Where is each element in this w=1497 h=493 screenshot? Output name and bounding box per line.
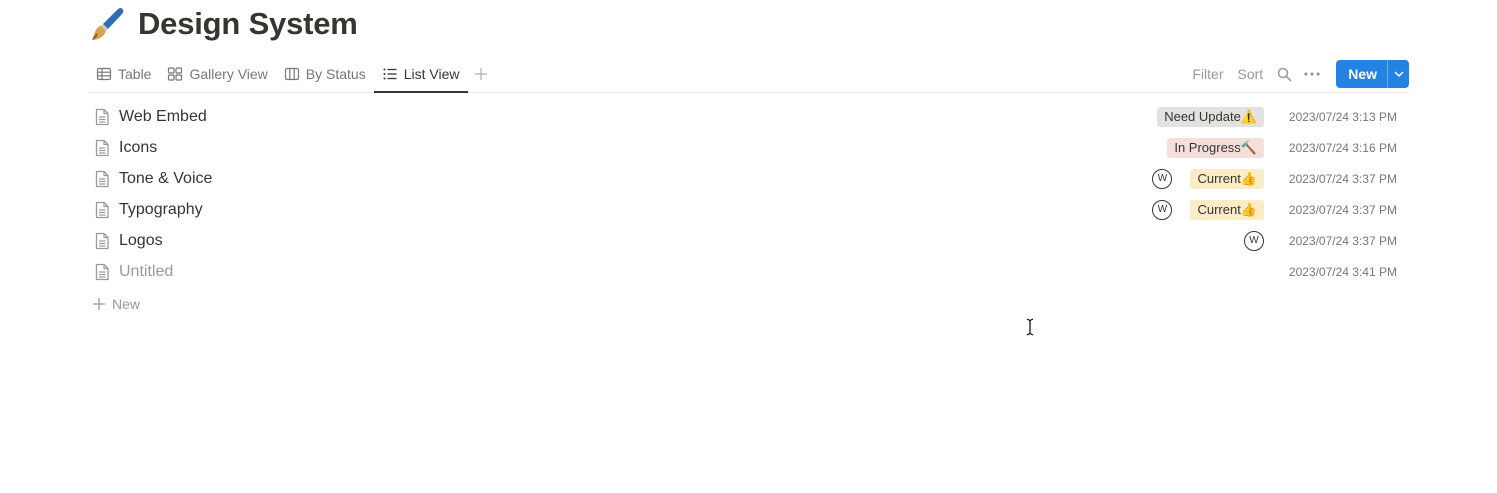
tab-by-status[interactable]: By Status — [276, 56, 374, 92]
list-item-title: Typography — [119, 200, 203, 218]
list-item-title: Web Embed — [119, 107, 207, 125]
board-icon — [284, 67, 299, 81]
status-badge[interactable]: Current👍 — [1190, 199, 1264, 220]
list-item-properties: Need Update⚠️ 2023/07/24 3:13 PM — [1157, 101, 1397, 132]
chevron-down-icon — [1393, 71, 1404, 77]
view-tabs: Table Gallery View By Status List View — [88, 56, 494, 93]
more-icon — [1304, 72, 1320, 76]
status-badge[interactable]: In Progress🔨 — [1167, 137, 1264, 158]
list-item-title: Untitled — [119, 262, 174, 280]
sort-button[interactable]: Sort — [1231, 66, 1271, 82]
plus-icon — [93, 298, 105, 310]
page-icon — [95, 170, 109, 187]
avatar[interactable]: W — [1152, 168, 1173, 189]
page-icon — [95, 201, 109, 218]
created-time: 2023/07/24 3:16 PM — [1288, 140, 1397, 155]
list-item[interactable]: Typography W Current👍 2023/07/24 3:37 PM — [88, 194, 1409, 225]
list-item-title: Icons — [119, 138, 158, 156]
list-icon — [383, 68, 397, 80]
list-item-properties: W Current👍 2023/07/24 3:37 PM — [1152, 163, 1397, 194]
list-item[interactable]: Untitled 2023/07/24 3:41 PM — [88, 256, 1409, 287]
list-item[interactable]: Logos W 2023/07/24 3:37 PM — [88, 225, 1409, 256]
tab-label: List View — [403, 66, 460, 82]
created-time: 2023/07/24 3:41 PM — [1288, 264, 1397, 279]
page-icon — [95, 263, 109, 280]
tab-gallery-view[interactable]: Gallery View — [159, 56, 275, 92]
page-icon — [95, 139, 109, 156]
plus-icon — [474, 68, 487, 80]
list-item-title: Logos — [119, 231, 163, 249]
add-view-button[interactable] — [468, 56, 494, 92]
new-button-group: New — [1336, 60, 1409, 88]
avatar[interactable]: W — [1152, 199, 1173, 220]
view-actions: Filter Sort New — [1185, 60, 1409, 88]
list-view: Web Embed Need Update⚠️ 2023/07/24 3:13 PM… — [88, 101, 1409, 287]
text-cursor-icon — [1026, 318, 1034, 336]
list-item[interactable]: Icons In Progress🔨 2023/07/24 3:16 PM — [88, 132, 1409, 163]
created-time: 2023/07/24 3:37 PM — [1288, 202, 1397, 217]
list-item-title: Tone & Voice — [119, 169, 213, 187]
page-title: Design System — [138, 6, 358, 41]
avatar[interactable]: W — [1244, 230, 1264, 251]
tab-label: Gallery View — [189, 66, 268, 82]
list-item-properties: In Progress🔨 2023/07/24 3:16 PM — [1167, 132, 1397, 163]
page-icon — [95, 232, 109, 249]
more-button[interactable] — [1298, 60, 1326, 88]
status-badge[interactable]: Current👍 — [1190, 168, 1264, 189]
list-item[interactable]: Web Embed Need Update⚠️ 2023/07/24 3:13 PM — [88, 101, 1409, 132]
new-button[interactable]: New — [1336, 60, 1387, 88]
search-button[interactable] — [1270, 60, 1298, 88]
search-icon — [1277, 67, 1292, 81]
tab-table[interactable]: Table — [88, 56, 159, 92]
view-bar: Table Gallery View By Status List View F… — [88, 56, 1409, 93]
new-dropdown-button[interactable] — [1387, 60, 1409, 88]
gallery-icon — [168, 67, 183, 81]
status-badge[interactable]: Need Update⚠️ — [1157, 106, 1264, 127]
list-item-properties: 2023/07/24 3:41 PM — [1282, 256, 1397, 287]
list-item-properties: W 2023/07/24 3:37 PM — [1244, 225, 1397, 256]
table-icon — [96, 67, 112, 81]
page-header: Design System — [88, 2, 358, 46]
created-time: 2023/07/24 3:13 PM — [1288, 109, 1397, 124]
add-new-row-button[interactable]: New — [92, 293, 140, 315]
paintbrush-icon[interactable] — [88, 4, 128, 44]
tab-label: By Status — [305, 66, 366, 82]
new-row-label: New — [112, 296, 141, 312]
created-time: 2023/07/24 3:37 PM — [1288, 233, 1397, 248]
filter-button[interactable]: Filter — [1185, 66, 1230, 82]
list-item[interactable]: Tone & Voice W Current👍 2023/07/24 3:37 PM — [88, 163, 1409, 194]
created-time: 2023/07/24 3:37 PM — [1288, 171, 1397, 186]
tab-list-view[interactable]: List View — [373, 56, 468, 93]
page-icon — [95, 108, 109, 125]
tab-label: Table — [118, 66, 152, 82]
list-item-properties: W Current👍 2023/07/24 3:37 PM — [1152, 194, 1397, 225]
